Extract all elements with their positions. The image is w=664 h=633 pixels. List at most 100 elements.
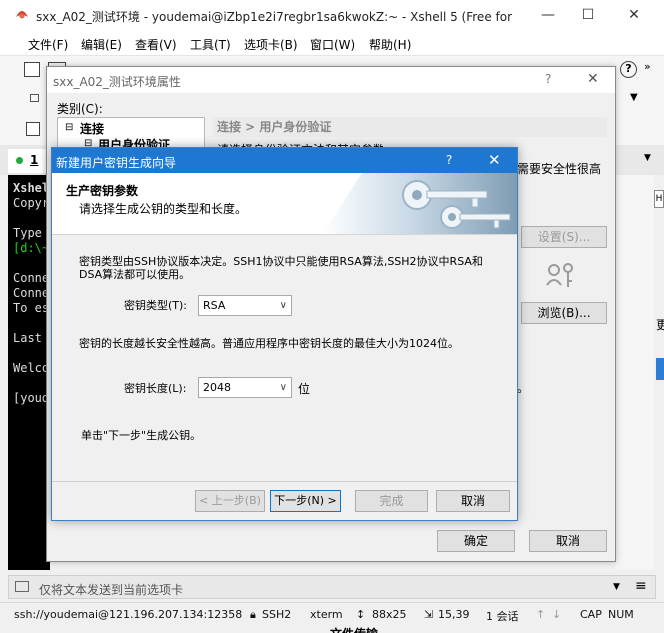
terminal-line: Type [13, 226, 50, 240]
user-key-icon [545, 261, 575, 291]
status-size-icon: ↕ [356, 608, 366, 621]
address-dropdown-arrow-icon[interactable]: ▼ [630, 92, 638, 103]
key-type-label: 密钥类型(T): [124, 299, 188, 312]
status-protocol: SSH2 [262, 608, 292, 621]
browse-button[interactable]: 浏览(B)... [521, 302, 607, 324]
status-lock-icon: 🔒︎ [250, 608, 256, 621]
wizard-title: 新建用户密钥生成向导 [56, 156, 177, 170]
properties-close-button[interactable]: ✕ [587, 71, 599, 87]
setup-button[interactable]: 设置(S)... [521, 226, 607, 248]
properties-title: sxx_A02_测试环境属性 [53, 75, 181, 89]
xshell-logo-icon [14, 7, 30, 21]
session-tab-label: 1 [30, 153, 39, 167]
properties-title-bar: sxx_A02_测试环境属性 ? ✕ [47, 67, 615, 93]
menu-edit[interactable]: 编辑(E) [81, 36, 122, 53]
next-button[interactable]: 下一步(N) > [270, 490, 341, 512]
menu-window[interactable]: 窗口(W) [310, 36, 355, 53]
status-sessions: 1 会话 [486, 610, 519, 623]
terminal-line: Xshel [13, 181, 50, 195]
session-tab[interactable]: 1 [8, 149, 48, 173]
window-title: sxx_A02_测试环境 - youdemai@iZbp1e2i7regbr1s… [36, 10, 513, 24]
key-length-label: 密钥长度(L): [124, 382, 187, 395]
maximize-button[interactable]: ☐ [574, 5, 602, 25]
prev-button[interactable]: < 上一步(B) [195, 490, 265, 512]
status-cap: CAP [580, 608, 602, 621]
wizard-banner: 生产密钥参数 请选择生成公钥的类型和长度。 [52, 173, 517, 235]
right-panel-scroll-icon[interactable]: H [654, 190, 664, 208]
send-text-bar[interactable]: 仅将文本发送到当前选项卡 ▼ ≡ [8, 575, 656, 599]
status-size: 88x25 [372, 608, 407, 621]
key-length-value: 2048 [203, 381, 231, 394]
status-term: xterm [310, 608, 343, 621]
status-cursor: 15,39 [438, 608, 470, 621]
wizard-title-bar: 新建用户密钥生成向导 ? ✕ [52, 148, 517, 173]
new-session-icon[interactable] [24, 62, 40, 77]
key-generation-wizard: 新建用户密钥生成向导 ? ✕ 生产密钥参数 请选择生成公钥的类型和长度。 密钥类… [51, 147, 518, 521]
properties-period: 。 [517, 381, 530, 395]
right-fragment-more: 更 [656, 318, 664, 332]
category-label: 类别(C): [57, 102, 103, 116]
menu-bar: 文件(F) 编辑(E) 查看(V) 工具(T) 选项卡(B) 窗口(W) 帮助(… [0, 30, 664, 56]
send-menu-icon[interactable]: ≡ [635, 578, 647, 594]
key-type-description-1: 密钥类型由SSH协议版本决定。SSH1协议中只能使用RSA算法,SSH2协议中R… [79, 255, 483, 268]
cancel-button[interactable]: 取消 [529, 530, 607, 552]
properties-security-text: 需要安全性很高 [517, 162, 602, 176]
menu-view[interactable]: 查看(V) [135, 36, 177, 53]
terminal-line: Last [13, 331, 50, 345]
terminal-right-panel [616, 175, 654, 570]
help-icon[interactable]: ? [620, 61, 637, 78]
close-button[interactable]: ✕ [620, 5, 648, 25]
quick-connect-icon[interactable] [26, 122, 40, 136]
key-length-select[interactable]: 2048 ∨ [198, 377, 292, 398]
menu-tab[interactable]: 选项卡(B) [244, 36, 298, 53]
scroll-up-icon[interactable]: ↑ [536, 608, 545, 621]
send-text-icon [15, 581, 29, 592]
tree-expand-icon[interactable]: ⊟ [65, 122, 73, 133]
connected-dot-icon [16, 157, 23, 164]
finish-button[interactable]: 完成 [355, 490, 428, 512]
menu-tools[interactable]: 工具(T) [190, 36, 231, 53]
terminal-line: Conne [13, 271, 50, 285]
menu-file[interactable]: 文件(F) [28, 36, 68, 53]
ok-button[interactable]: 确定 [437, 530, 515, 552]
send-text-label: 仅将文本发送到当前选项卡 [39, 583, 184, 597]
right-accent-strip [656, 358, 664, 380]
wizard-subheading: 请选择生成公钥的类型和长度。 [79, 202, 248, 216]
key-length-unit: 位 [298, 382, 311, 396]
wizard-cancel-button[interactable]: 取消 [436, 490, 510, 512]
status-num: NUM [608, 608, 634, 621]
terminal-line: [d:\~ [13, 241, 50, 255]
status-cursor-icon: ⇲ [424, 608, 434, 621]
minimize-button[interactable]: — [534, 5, 562, 25]
send-dropdown-icon[interactable]: ▼ [613, 582, 620, 592]
properties-section-header: 连接 > 用户身份验证 [213, 117, 607, 137]
terminal-line: Conne [13, 286, 50, 300]
terminal-line: [youd [13, 391, 50, 405]
key-length-description: 密钥的长度越长安全性越高。普通应用程序中密钥长度的最佳大小为1024位。 [79, 337, 459, 350]
keys-banner-graphic [322, 173, 517, 234]
terminal-line: Copyr [13, 196, 50, 210]
chevron-down-icon: ∨ [279, 382, 287, 393]
menu-help[interactable]: 帮助(H) [369, 36, 411, 53]
tree-item-connection[interactable]: 连接 [80, 120, 104, 137]
lock-icon [30, 94, 39, 102]
status-connection: ssh://youdemai@121.196.207.134:12358 [14, 608, 243, 621]
tab-menu-arrow-icon[interactable]: ▼ [644, 153, 651, 163]
terminal-area[interactable]: Xshel Copyr Type [d:\~ Conne Conne To es Last … [8, 175, 50, 570]
key-type-description-2: DSA算法都可以使用。 [79, 268, 191, 281]
wizard-close-button[interactable]: ✕ [488, 151, 501, 169]
wizard-heading: 生产密钥参数 [66, 184, 139, 198]
key-type-select[interactable]: RSA ∨ [198, 295, 292, 316]
scroll-down-icon[interactable]: ↓ [552, 608, 561, 621]
main-title-bar: sxx_A02_测试环境 - youdemai@iZbp1e2i7regbr1s… [0, 0, 664, 30]
wizard-separator [52, 481, 517, 482]
wizard-help-button[interactable]: ? [446, 153, 452, 167]
properties-help-button[interactable]: ? [545, 72, 551, 86]
key-type-value: RSA [203, 299, 226, 312]
next-step-hint: 单击"下一步"生成公钥。 [81, 429, 202, 442]
status-bar: ssh://youdemai@121.196.207.134:12358 🔒︎ … [0, 602, 664, 626]
terminal-line: Welco [13, 361, 50, 375]
terminal-line: To es [13, 301, 50, 315]
toolbar-overflow-icon[interactable]: » [644, 60, 651, 73]
bottom-fragment-file-transfer: 文件传输 [330, 625, 378, 633]
